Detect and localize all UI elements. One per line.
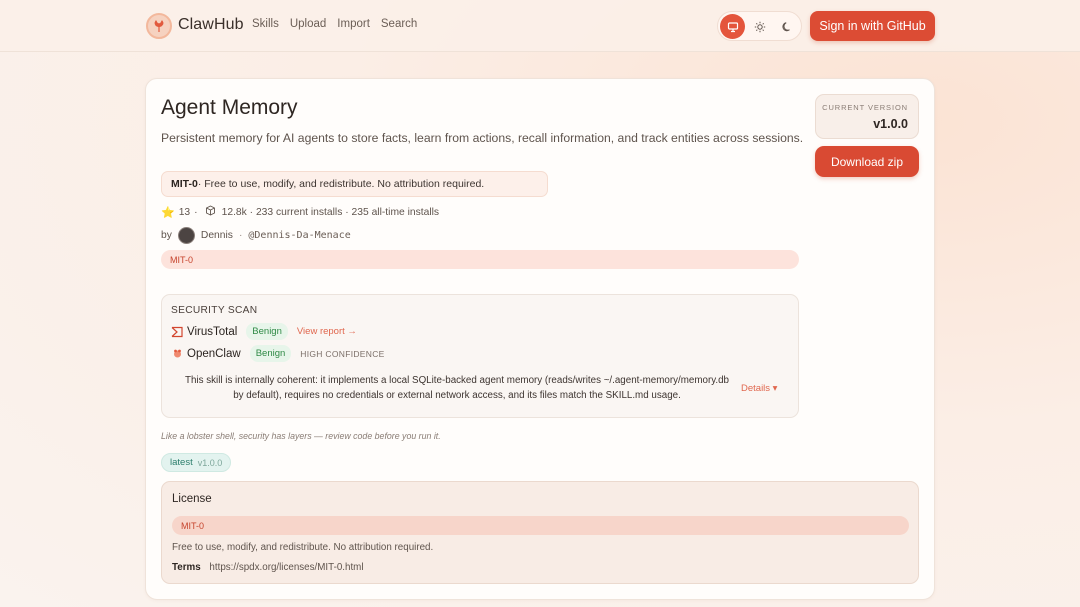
theme-switcher — [717, 11, 802, 41]
virustotal-name: VirusTotal — [187, 325, 238, 338]
openclaw-icon — [171, 348, 183, 360]
download-zip-button[interactable]: Download zip — [815, 146, 919, 177]
nav-import[interactable]: Import — [337, 18, 370, 30]
virustotal-row: VirusTotal Benign View report → — [171, 323, 357, 340]
security-scan-panel: SECURITY SCAN VirusTotal Benign View rep… — [161, 294, 799, 418]
star-icon: ⭐ — [161, 206, 175, 219]
package-icon — [205, 205, 216, 219]
main-nav: Skills Upload Import Search — [252, 18, 428, 30]
openclaw-row: OpenClaw Benign HIGH CONFIDENCE — [171, 345, 385, 362]
sun-icon[interactable] — [747, 14, 772, 39]
by-label: by — [161, 229, 172, 241]
license-heading: License — [172, 493, 212, 505]
view-report-link[interactable]: View report → — [297, 326, 357, 337]
confidence-label: HIGH CONFIDENCE — [300, 348, 385, 359]
latest-version-tag[interactable]: latest v1.0.0 — [161, 453, 232, 472]
openclaw-status-badge: Benign — [249, 345, 292, 362]
monitor-icon[interactable] — [720, 14, 745, 39]
page-title: Agent Memory — [161, 96, 298, 119]
terms-url[interactable]: https://spdx.org/licenses/MIT-0.html — [209, 562, 363, 573]
install-stats: 12.8k · 233 current installs · 235 all-t… — [221, 206, 440, 218]
top-bar: ClawHub Skills Upload Import Search Sign… — [0, 0, 1080, 52]
author-separator: · — [238, 229, 243, 241]
details-toggle[interactable]: Details ▾ — [741, 383, 777, 394]
current-version-label: CURRENT VERSION — [822, 103, 908, 112]
license-section: License MIT-0 Free to use, modify, and r… — [161, 481, 919, 584]
license-terms: Terms https://spdx.org/licenses/MIT-0.ht… — [172, 562, 364, 573]
license-summary: MIT-0 · Free to use, modify, and redistr… — [161, 171, 548, 197]
current-version-box: CURRENT VERSION v1.0.0 — [815, 94, 919, 139]
license-tag: MIT-0 — [161, 250, 799, 269]
nav-upload[interactable]: Upload — [290, 18, 326, 30]
author-name[interactable]: Dennis — [201, 230, 233, 241]
nav-search[interactable]: Search — [381, 18, 417, 30]
security-tip: Like a lobster shell, security has layer… — [161, 431, 441, 441]
license-text: Free to use, modify, and redistribute. N… — [172, 542, 434, 553]
star-count: 13 — [178, 206, 191, 218]
license-section-tag: MIT-0 — [172, 516, 909, 535]
latest-label: latest — [170, 457, 193, 468]
virustotal-status-badge: Benign — [246, 323, 288, 340]
signin-github-button[interactable]: Sign in with GitHub — [810, 11, 935, 41]
author-handle[interactable]: @Dennis-Da-Menace — [248, 230, 350, 241]
license-short: MIT-0 — [171, 178, 198, 190]
clawhub-logo-icon[interactable] — [146, 13, 172, 39]
skill-stats: ⭐ 13 · 12.8k · 233 current installs · 23… — [161, 205, 443, 219]
current-version-value: v1.0.0 — [873, 117, 908, 131]
skill-description: Persistent memory for AI agents to store… — [161, 131, 804, 145]
brand-name[interactable]: ClawHub — [178, 16, 244, 34]
author-byline: by Dennis · @Dennis-Da-Menace — [161, 226, 351, 244]
latest-version: v1.0.0 — [197, 457, 223, 468]
nav-skills[interactable]: Skills — [252, 18, 279, 30]
terms-label: Terms — [172, 562, 201, 573]
avatar[interactable] — [177, 226, 195, 244]
virustotal-icon — [171, 326, 183, 338]
security-scan-heading: SECURITY SCAN — [171, 305, 258, 316]
openclaw-name: OpenClaw — [187, 347, 241, 360]
license-note-text: · Free to use, modify, and redistribute.… — [197, 178, 485, 190]
scan-summary: This skill is internally coherent: it im… — [184, 375, 730, 401]
stats-separator: · — [194, 206, 198, 218]
moon-icon[interactable] — [774, 14, 799, 39]
